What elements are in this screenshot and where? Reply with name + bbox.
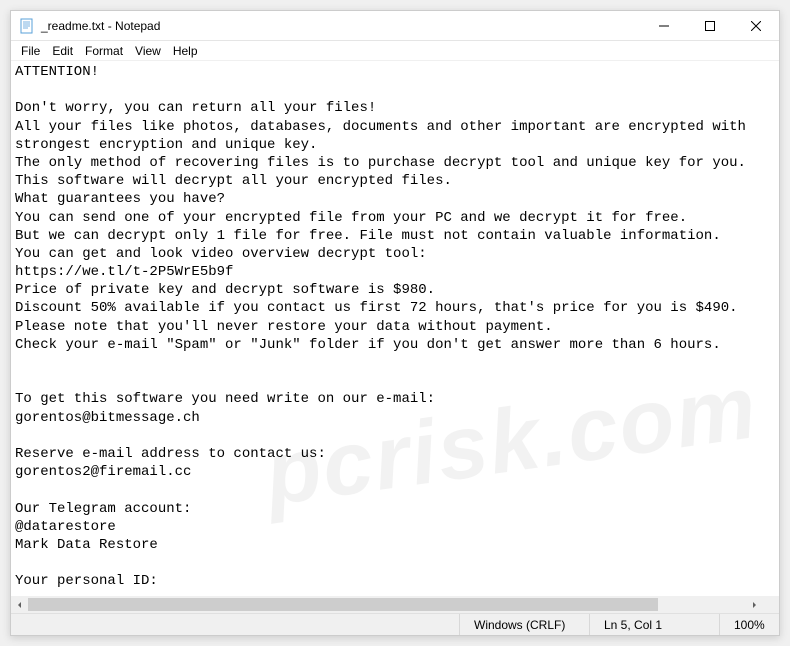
menu-edit[interactable]: Edit [46, 42, 79, 60]
scroll-left-arrow[interactable] [11, 596, 28, 613]
statusbar: Windows (CRLF) Ln 5, Col 1 100% [11, 613, 779, 635]
menu-file[interactable]: File [15, 42, 46, 60]
close-button[interactable] [733, 11, 779, 40]
menu-view[interactable]: View [129, 42, 167, 60]
minimize-button[interactable] [641, 11, 687, 40]
content-area: pcrisk.com ATTENTION! Don't worry, you c… [11, 61, 779, 613]
menubar: File Edit Format View Help [11, 41, 779, 61]
scroll-right-arrow[interactable] [745, 596, 762, 613]
notepad-icon [19, 18, 35, 34]
titlebar: _readme.txt - Notepad [11, 11, 779, 41]
notepad-window: _readme.txt - Notepad File Edit Format V… [10, 10, 780, 636]
maximize-button[interactable] [687, 11, 733, 40]
status-encoding: Windows (CRLF) [459, 614, 589, 635]
status-zoom: 100% [719, 614, 779, 635]
scroll-thumb[interactable] [28, 598, 658, 611]
window-title: _readme.txt - Notepad [41, 19, 641, 33]
menu-help[interactable]: Help [167, 42, 204, 60]
scroll-corner [762, 596, 779, 613]
horizontal-scrollbar[interactable] [11, 596, 762, 613]
text-editor[interactable]: ATTENTION! Don't worry, you can return a… [11, 61, 779, 596]
status-position: Ln 5, Col 1 [589, 614, 719, 635]
menu-format[interactable]: Format [79, 42, 129, 60]
window-controls [641, 11, 779, 40]
scroll-track[interactable] [28, 596, 745, 613]
